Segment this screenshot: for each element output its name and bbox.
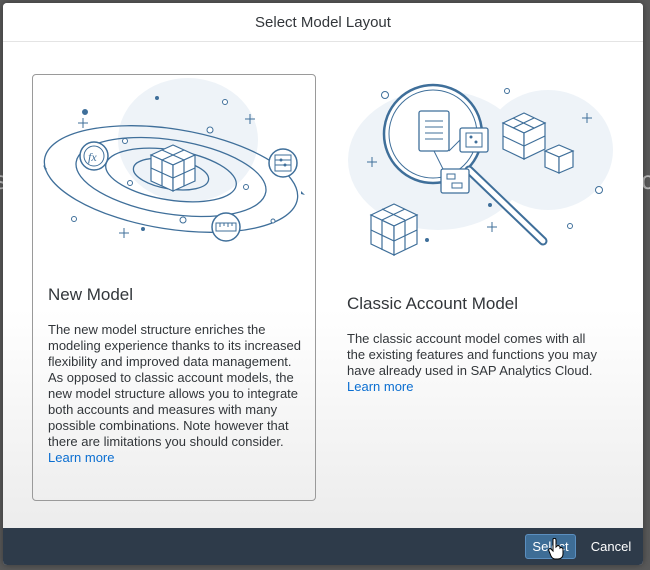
cube-icon bbox=[149, 144, 197, 192]
hand-cursor-icon bbox=[548, 538, 564, 560]
cancel-button[interactable]: Cancel bbox=[585, 534, 637, 559]
new-model-learn-more-link[interactable]: Learn more bbox=[48, 450, 303, 466]
new-model-title: New Model bbox=[48, 285, 134, 304]
document-icon bbox=[418, 110, 450, 152]
flowchart-icon bbox=[440, 168, 470, 194]
fx-icon: fx bbox=[79, 141, 109, 171]
new-model-description: The new model structure enriches the mod… bbox=[48, 322, 301, 449]
classic-model-description-block: The classic account model comes with all… bbox=[347, 331, 605, 395]
classic-account-model-card[interactable]: Classic Account Model The classic accoun… bbox=[332, 74, 622, 501]
abacus-icon bbox=[459, 127, 489, 153]
new-model-illustration: fx bbox=[43, 78, 305, 242]
ruler-icon bbox=[211, 212, 241, 242]
select-model-layout-dialog: Select Model Layout fx New Model The new… bbox=[3, 3, 643, 565]
dialog-header: Select Model Layout bbox=[3, 3, 643, 42]
classic-model-learn-more-link[interactable]: Learn more bbox=[347, 379, 605, 395]
new-model-description-block: The new model structure enriches the mod… bbox=[48, 322, 303, 466]
dialog-body: fx New Model The new model structure enr… bbox=[3, 42, 643, 528]
classic-model-title: Classic Account Model bbox=[347, 294, 519, 313]
svg-text:fx: fx bbox=[88, 150, 97, 164]
new-model-card[interactable]: fx New Model The new model structure enr… bbox=[32, 74, 316, 501]
abacus-icon bbox=[268, 148, 298, 178]
classic-model-description: The classic account model comes with all… bbox=[347, 331, 598, 378]
dialog-footer: Select Cancel bbox=[3, 528, 643, 565]
classic-model-illustration bbox=[348, 83, 613, 256]
dialog-title: Select Model Layout bbox=[255, 13, 391, 31]
